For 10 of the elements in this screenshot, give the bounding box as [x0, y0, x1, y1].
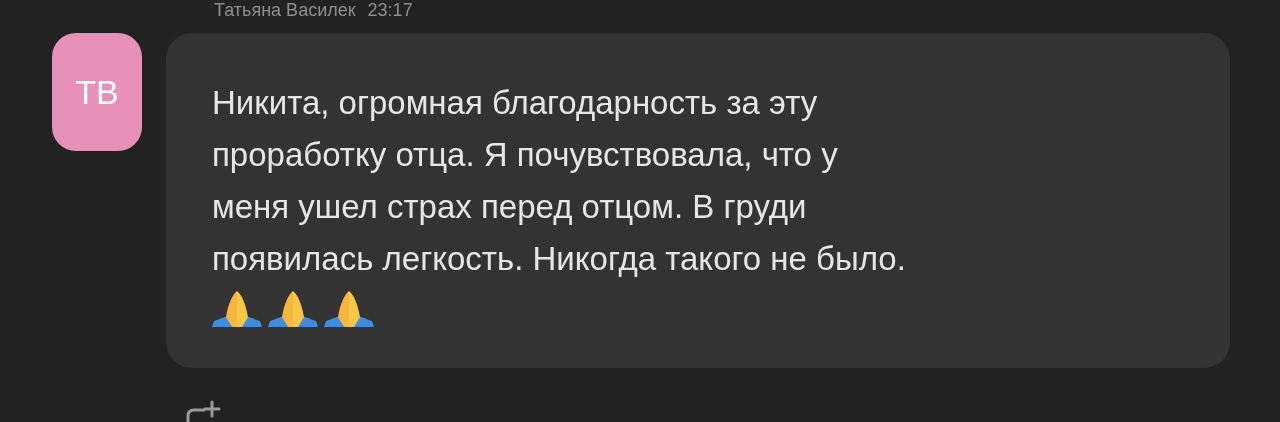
message-text-line: Никита, огромная благодарность за эту [212, 83, 819, 123]
avatar: ТВ [52, 33, 142, 151]
praying-hands-icon [210, 289, 264, 329]
praying-hands-icon [322, 289, 376, 329]
message-text-line: появилась легкость. Никогда такого не было. [212, 239, 907, 279]
author-name: Татьяна Василек [214, 0, 356, 20]
message-text-line: меня ушел страх перед отцом. В груди [212, 187, 808, 227]
praying-hands-icon [266, 289, 320, 329]
message-time: 23:17 [367, 0, 413, 20]
message-text-line: проработку отца. Я почувствовала, что у [212, 135, 839, 175]
